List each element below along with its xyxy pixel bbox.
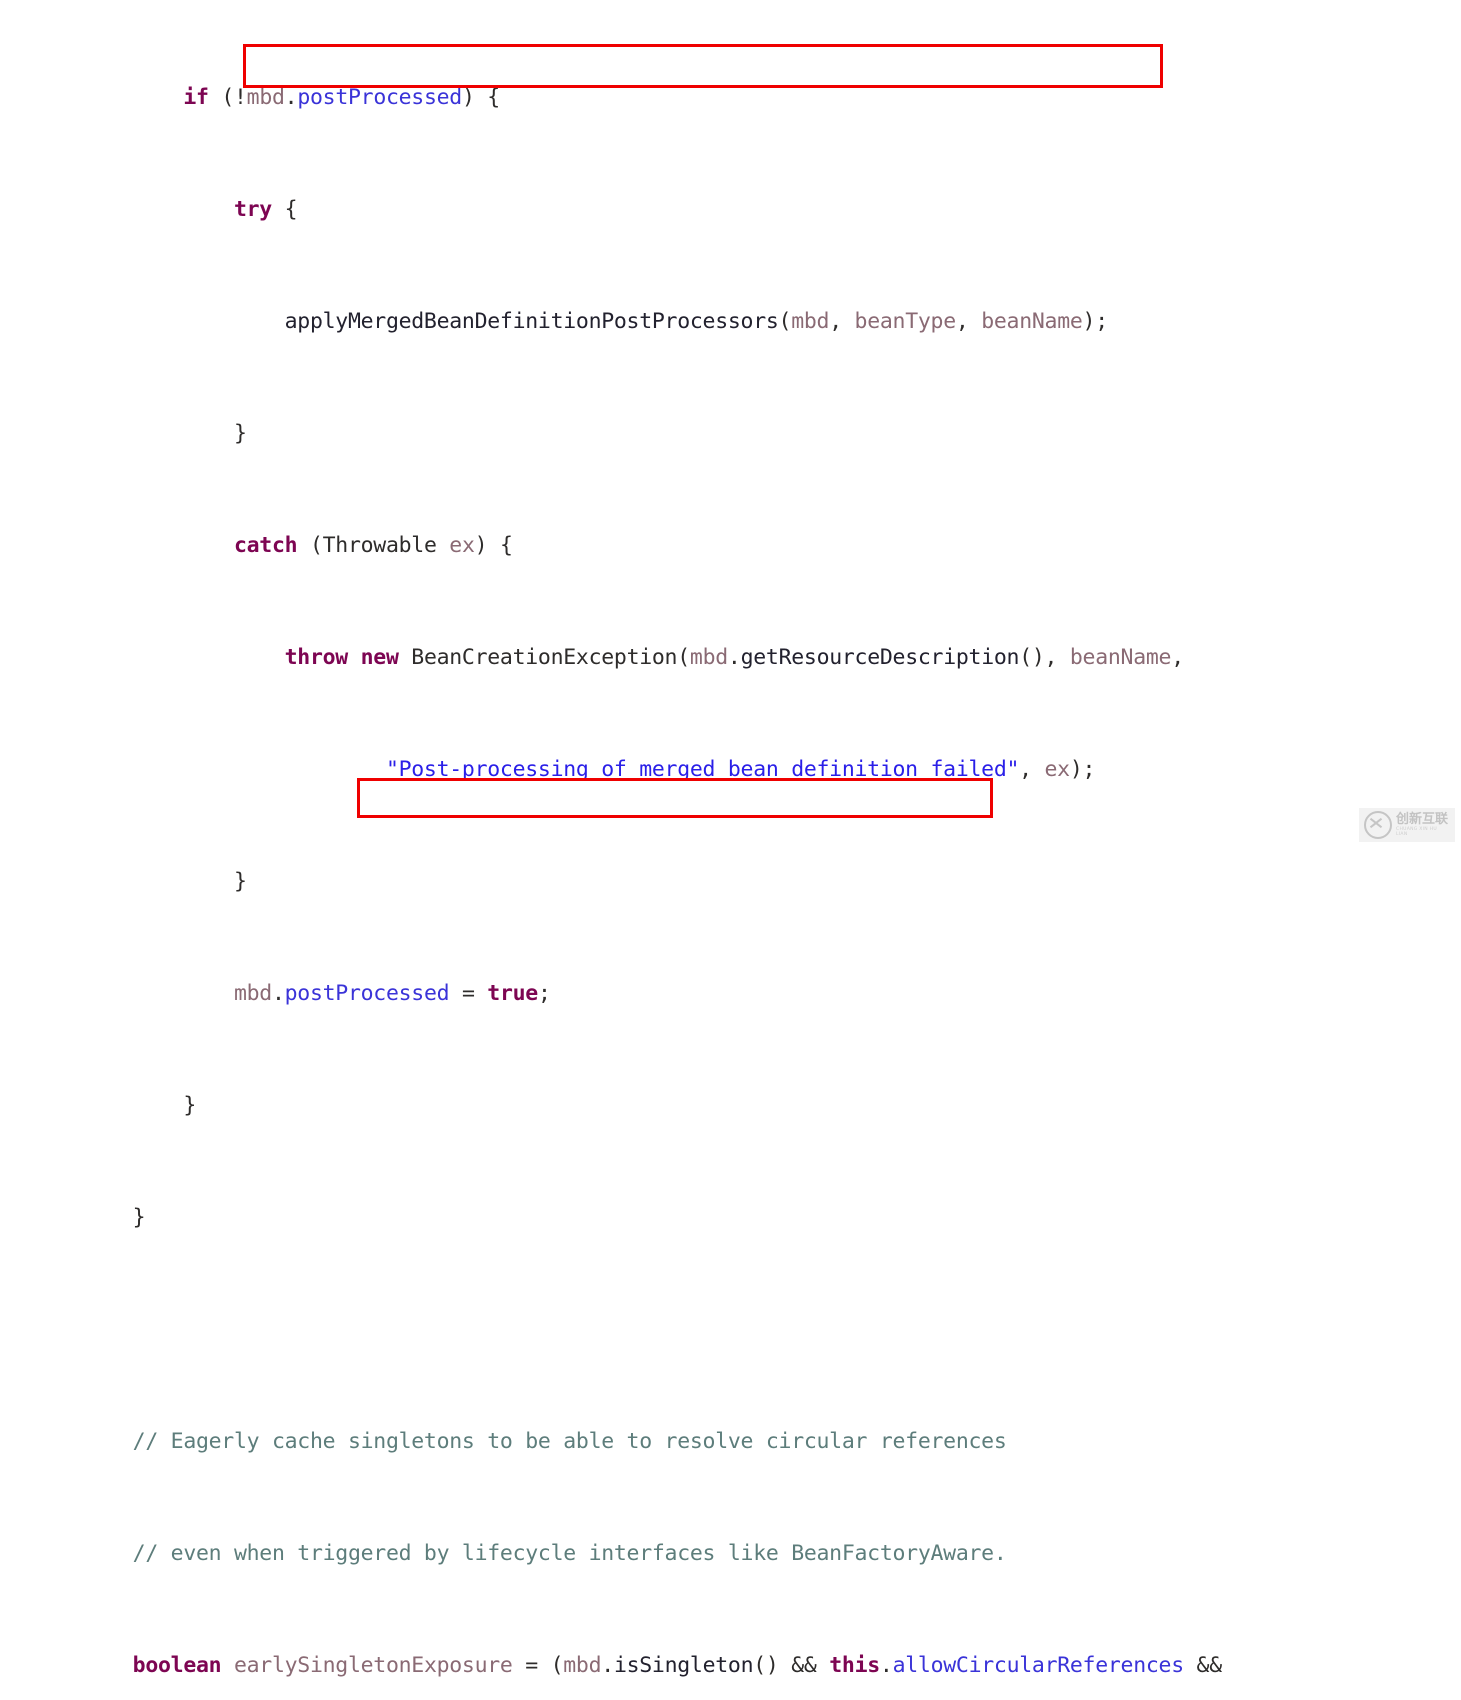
code-line: catch (Throwable ex) { (82, 533, 513, 558)
code-viewer: if (!mbd.postProcessed) { try { applyMer… (0, 0, 1461, 1678)
code-line-comment: // even when triggered by lifecycle inte… (82, 1541, 1007, 1566)
code-line: if (!mbd.postProcessed) { (82, 85, 500, 110)
source-code-block[interactable]: if (!mbd.postProcessed) { try { applyMer… (0, 0, 1222, 1700)
watermark-pinyin: CHUANG XIN HU LIAN (1396, 827, 1437, 837)
code-line: try { (82, 197, 298, 222)
watermark: 创新互联 CHUANG XIN HU LIAN (1359, 808, 1455, 842)
code-line: } (82, 1205, 146, 1230)
circle-x-logo-icon (1364, 811, 1392, 839)
code-line: boolean earlySingletonExposure = (mbd.is… (82, 1653, 1222, 1678)
code-line: throw new BeanCreationException(mbd.getR… (82, 645, 1185, 670)
code-line-comment: // Eagerly cache singletons to be able t… (82, 1429, 1007, 1454)
code-line: } (82, 869, 247, 894)
code-line: } (82, 421, 247, 446)
code-line: } (82, 1093, 196, 1118)
code-line: mbd.postProcessed = true; (82, 981, 551, 1006)
keyword-catch: catch (82, 533, 298, 558)
keyword-try: try (82, 197, 272, 222)
code-line: "Post-processing of merged bean definiti… (82, 757, 1096, 782)
watermark-chinese: 创新互联 (1396, 812, 1449, 827)
keyword-if: if (82, 85, 209, 110)
code-line-apply-merged: applyMergedBeanDefinitionPostProcessors(… (82, 309, 1109, 334)
